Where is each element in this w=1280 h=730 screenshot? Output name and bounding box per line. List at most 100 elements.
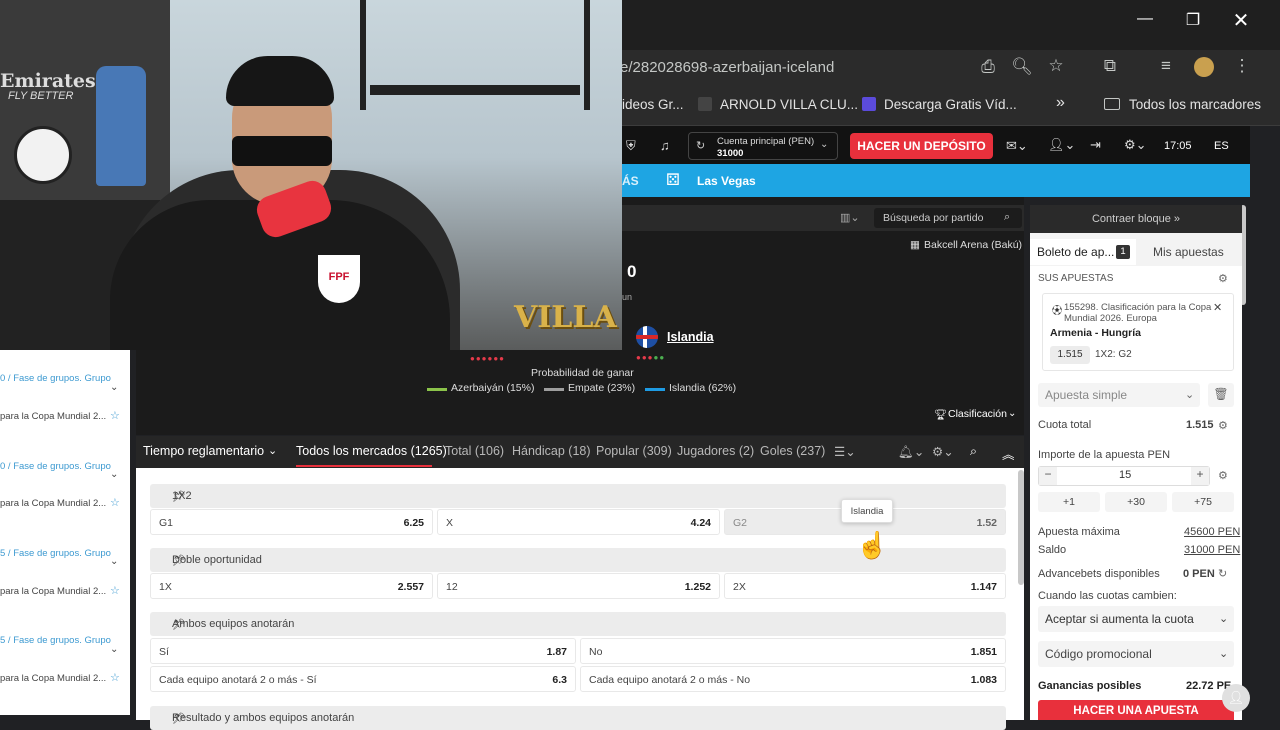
bell-icon[interactable]: ♫ xyxy=(660,138,670,153)
odd-button[interactable]: No 1.851 xyxy=(580,638,1006,664)
chevron-down-icon[interactable]: ⌄ xyxy=(110,644,118,655)
trash-icon[interactable]: 🗑︎ xyxy=(1208,383,1234,407)
nav-las-vegas[interactable]: Las Vegas xyxy=(697,174,756,188)
classification-button[interactable]: Clasificación xyxy=(948,408,1007,420)
close-icon[interactable]: ✕ xyxy=(1226,8,1256,33)
logout-icon[interactable]: ⇥ xyxy=(1090,137,1101,153)
odd-button[interactable]: G1 6.25 xyxy=(150,509,433,535)
market-header-btts[interactable]: 📌︎ Ambos equipos anotarán ⌃ xyxy=(150,612,1006,636)
odd-button[interactable]: 2X 1.147 xyxy=(724,573,1006,599)
notifications-icon[interactable]: 🔔︎⌄ xyxy=(898,444,924,460)
list-group[interactable]: 0 / Fase de grupos. Grupo xyxy=(0,373,111,384)
clock-time[interactable]: 17:05 xyxy=(1164,140,1192,152)
stake-value: 15 xyxy=(1119,469,1132,481)
menu-kebab-icon[interactable]: ⋮ xyxy=(1230,56,1254,76)
list-item[interactable]: para la Copa Mundial 2... xyxy=(0,411,106,422)
odds-settings-icon[interactable]: ⚙ xyxy=(1218,419,1228,432)
team-away[interactable]: Islandia xyxy=(667,330,714,344)
remove-bet-icon[interactable]: ✕ xyxy=(1213,301,1222,314)
stats-icon[interactable]: ▥⌄ xyxy=(840,211,860,224)
bookmark-item[interactable]: ideos Gr... xyxy=(622,97,684,112)
odd-button[interactable]: Cada equipo anotará 2 o más - Sí 6.3 xyxy=(150,666,576,692)
tab-total[interactable]: Total (106) xyxy=(445,444,504,458)
restore-icon[interactable]: ❐ xyxy=(1178,10,1208,30)
zoom-icon[interactable]: 🔍︎ xyxy=(1010,57,1034,77)
chat-support-icon[interactable]: 👤︎ xyxy=(1222,684,1250,712)
odd-button[interactable]: Sí 1.87 xyxy=(150,638,576,664)
language-selector[interactable]: ES xyxy=(1214,140,1229,152)
list-item[interactable]: para la Copa Mundial 2... xyxy=(0,498,106,509)
sunglasses xyxy=(232,136,332,166)
bookmark-item[interactable]: Descarga Gratis Víd... xyxy=(884,97,1017,112)
stake-settings-icon[interactable]: ⚙ xyxy=(1218,469,1228,482)
minimize-icon[interactable]: — xyxy=(1130,10,1160,28)
url-text[interactable]: e/282028698-azerbaijan-iceland xyxy=(620,59,834,76)
collapse-all-icon[interactable]: ︽ xyxy=(1002,444,1015,463)
tab-goals[interactable]: Goles (237) xyxy=(760,444,825,458)
bookmark-favicon xyxy=(698,97,712,111)
list-view-icon[interactable]: ☰⌄ xyxy=(834,444,856,459)
odd-button[interactable]: 1X 2.557 xyxy=(150,573,433,599)
prob-home-swatch xyxy=(427,388,447,391)
star-icon[interactable]: ☆ xyxy=(110,409,120,422)
list-group[interactable]: 5 / Fase de grupos. Grupo xyxy=(0,635,111,646)
star-icon[interactable]: ☆ xyxy=(110,496,120,509)
slip-settings-icon[interactable]: ⚙ xyxy=(1218,272,1228,285)
profile-avatar[interactable] xyxy=(1194,57,1214,77)
chevron-down-icon: ⌄ xyxy=(1008,408,1017,419)
tab-all-markets[interactable]: Todos los mercados (1265) xyxy=(296,444,447,458)
odd-button[interactable]: X 4.24 xyxy=(437,509,720,535)
chevron-up-icon[interactable]: ⌃ xyxy=(172,618,998,631)
bookmarks-more[interactable]: » xyxy=(1056,94,1065,112)
period-selector[interactable]: Tiempo reglamentario xyxy=(143,444,264,458)
list-group[interactable]: 0 / Fase de grupos. Grupo xyxy=(0,461,111,472)
deposit-button[interactable]: HACER UN DEPÓSITO xyxy=(850,133,993,159)
nav-more[interactable]: ÁS xyxy=(622,174,639,188)
list-item[interactable]: para la Copa Mundial 2... xyxy=(0,586,106,597)
bet-pick: 1X2: G2 xyxy=(1095,349,1132,360)
place-bet-button[interactable]: HACER UNA APUESTA xyxy=(1038,700,1234,720)
bet-event: 155298. Clasificación para la Copa Mundi… xyxy=(1064,302,1212,324)
odd-button[interactable]: Cada equipo anotará 2 o más - No 1.083 xyxy=(580,666,1006,692)
chevron-down-icon[interactable]: ⌄ xyxy=(110,556,118,567)
soccer-ball xyxy=(14,126,72,184)
tab-popular[interactable]: Popular (309) xyxy=(596,444,672,458)
refresh-icon[interactable]: ↻ xyxy=(696,139,705,152)
refresh-icon[interactable]: ↻ xyxy=(1218,567,1227,580)
quick-stake-button[interactable]: +75 xyxy=(1172,492,1234,512)
market-settings-icon[interactable]: ⚙⌄ xyxy=(932,444,954,459)
quick-stake-button[interactable]: +1 xyxy=(1038,492,1100,512)
stake-minus-button[interactable]: − xyxy=(1039,467,1057,485)
media-icon[interactable]: ≡ xyxy=(1154,56,1178,76)
tab-my-bets[interactable]: Mis apuestas xyxy=(1153,245,1224,259)
balance[interactable]: 31000 PEN xyxy=(1184,544,1240,556)
settings-gear-icon[interactable]: ⚙⌄ xyxy=(1124,137,1147,153)
dice-icon: ⚄ xyxy=(666,172,680,189)
chevron-up-icon[interactable]: ⌃ xyxy=(172,712,998,725)
quick-stake-button[interactable]: +30 xyxy=(1105,492,1167,512)
search-icon[interactable]: ⌕ xyxy=(1004,211,1010,224)
extensions-icon[interactable]: ⧉ xyxy=(1098,56,1122,76)
list-group[interactable]: 5 / Fase de grupos. Grupo xyxy=(0,548,111,559)
list-item[interactable]: para la Copa Mundial 2... xyxy=(0,673,106,684)
mail-icon[interactable]: ✉⌄ xyxy=(1006,138,1028,154)
tab-players[interactable]: Jugadores (2) xyxy=(677,444,754,458)
chevron-down-icon[interactable]: ⌄ xyxy=(110,469,118,480)
bookmark-star-icon[interactable]: ☆ xyxy=(1044,56,1068,76)
scrollbar[interactable] xyxy=(1018,470,1024,585)
market-search-icon[interactable]: ⌕ xyxy=(970,444,977,459)
market-header-result-btts[interactable]: 📌︎ Resultado y ambos equipos anotarán ⌃ xyxy=(150,706,1006,730)
user-icon[interactable]: 👤︎⌄ xyxy=(1048,137,1075,153)
install-icon[interactable]: ⎙ xyxy=(976,57,1000,77)
chevron-down-icon[interactable]: ⌄ xyxy=(110,382,118,393)
bookmark-all[interactable]: Todos los marcadores xyxy=(1129,97,1261,112)
star-icon[interactable]: ☆ xyxy=(110,584,120,597)
shield-icon[interactable]: ⛨ xyxy=(626,138,636,154)
tab-handicap[interactable]: Hándicap (18) xyxy=(512,444,591,458)
bookmark-item[interactable]: ARNOLD VILLA CLU... xyxy=(720,97,858,112)
max-bet[interactable]: 45600 PEN xyxy=(1184,526,1240,538)
odd-button[interactable]: 12 1.252 xyxy=(437,573,720,599)
stake-plus-button[interactable]: + xyxy=(1191,467,1209,485)
collapse-block[interactable]: Contraer bloque » xyxy=(1030,205,1242,233)
star-icon[interactable]: ☆ xyxy=(110,671,120,684)
